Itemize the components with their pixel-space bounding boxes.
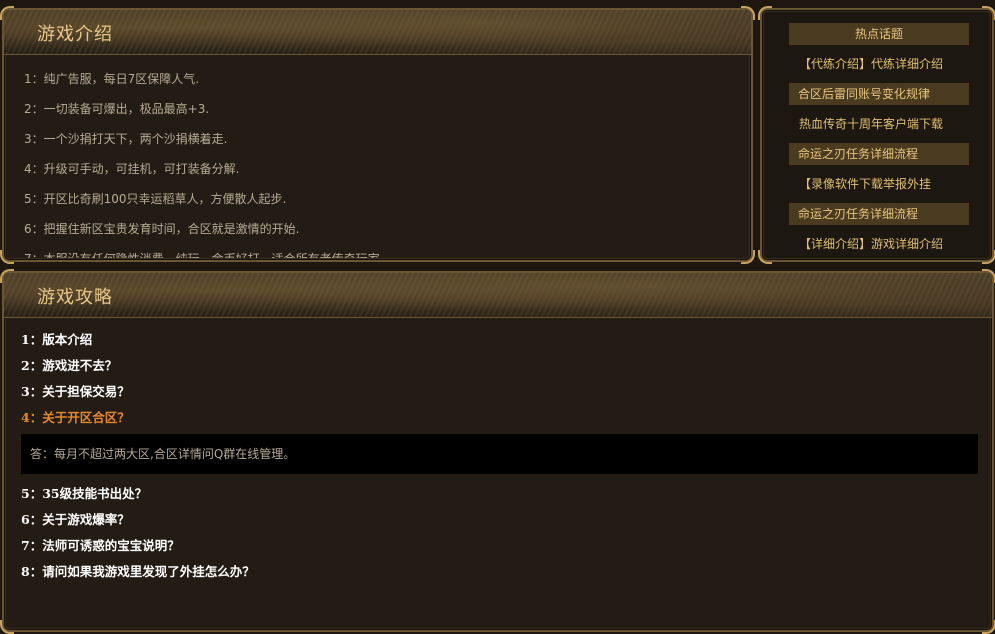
intro-item: 2：一切装备可爆出，极品最高+3.	[24, 102, 210, 116]
intro-header: 游戏介绍	[4, 10, 751, 55]
intro-item: 5：开区比奇刷100只幸运稻草人，方便散人起步.	[24, 192, 287, 206]
intro-item: 7：本服没有任何隐性消费，纯玩，金币好打，适合所有老传奇玩家.	[24, 248, 741, 258]
hot-topic-link[interactable]: 合区后雷同账号变化规律	[789, 83, 969, 105]
intro-item: 3：一个沙捐打天下，两个沙捐横着走.	[24, 132, 228, 146]
frame-corner	[982, 6, 995, 20]
faq-question-active[interactable]: 4：关于开区合区？	[21, 408, 978, 434]
intro-panel: 游戏介绍 1：纯广告服，每日7区保障人气. 2：一切装备可爆出，极品最高+3. …	[0, 6, 755, 264]
hot-topics-heading: 热点话题	[789, 23, 969, 45]
hot-topic-link[interactable]: 【代练介绍】代练详细介绍	[789, 53, 969, 75]
frame-corner	[741, 250, 755, 264]
hot-topics-panel: 热点话题 【代练介绍】代练详细介绍 合区后雷同账号变化规律 热血传奇十周年客户端…	[758, 6, 995, 264]
faq-question[interactable]: 2：游戏进不去？	[21, 356, 978, 382]
intro-item: 4：升级可手动，可挂机，可打装备分解.	[24, 162, 240, 176]
faq-question[interactable]: 8：请问如果我游戏里发现了外挂怎么办？	[21, 562, 978, 588]
hot-topics-list: 热点话题 【代练介绍】代练详细介绍 合区后雷同账号变化规律 热血传奇十周年客户端…	[789, 23, 969, 263]
frame-corner	[0, 250, 14, 264]
faq-question[interactable]: 6：关于游戏爆率？	[21, 510, 978, 536]
hot-topic-link[interactable]: 命运之刃任务详细流程	[789, 203, 969, 225]
guide-title: 游戏攻略	[37, 287, 113, 308]
faq-question[interactable]: 5：35级技能书出处？	[21, 484, 978, 510]
hot-topic-link[interactable]: 【详细介绍】游戏详细介绍	[789, 233, 969, 255]
frame-corner	[0, 620, 14, 634]
frame-corner	[982, 250, 995, 264]
faq-question[interactable]: 1：版本介绍	[21, 330, 978, 356]
frame-corner	[982, 620, 995, 634]
hot-topic-link[interactable]: 【录像软件下载举报外挂	[789, 173, 969, 195]
frame-corner	[758, 6, 772, 20]
guide-panel: 游戏攻略 1：版本介绍 2：游戏进不去？ 3：关于担保交易？ 4：关于开区合区？…	[0, 269, 995, 634]
page: 游戏介绍 1：纯广告服，每日7区保障人气. 2：一切装备可爆出，极品最高+3. …	[0, 0, 995, 634]
hot-topic-link[interactable]: 命运之刃任务详细流程	[789, 143, 969, 165]
frame-corner	[758, 250, 772, 264]
intro-list[interactable]: 1：纯广告服，每日7区保障人气. 2：一切装备可爆出，极品最高+3. 3：一个沙…	[24, 68, 741, 258]
hot-topic-link[interactable]: 热血传奇十周年客户端下载	[789, 113, 969, 135]
faq-question[interactable]: 3：关于担保交易？	[21, 382, 978, 408]
guide-header: 游戏攻略	[4, 273, 992, 318]
faq-answer: 答：每月不超过两大区,合区详情问Q群在线管理。	[21, 434, 978, 474]
intro-item: 6：把握住新区宝贵发育时间，合区就是激情的开始.	[24, 222, 300, 236]
intro-title: 游戏介绍	[37, 24, 113, 45]
faq-question[interactable]: 7：法师可诱惑的宝宝说明？	[21, 536, 978, 562]
faq-list: 1：版本介绍 2：游戏进不去？ 3：关于担保交易？ 4：关于开区合区？ 答：每月…	[21, 330, 978, 588]
intro-item: 1：纯广告服，每日7区保障人气.	[24, 72, 200, 86]
